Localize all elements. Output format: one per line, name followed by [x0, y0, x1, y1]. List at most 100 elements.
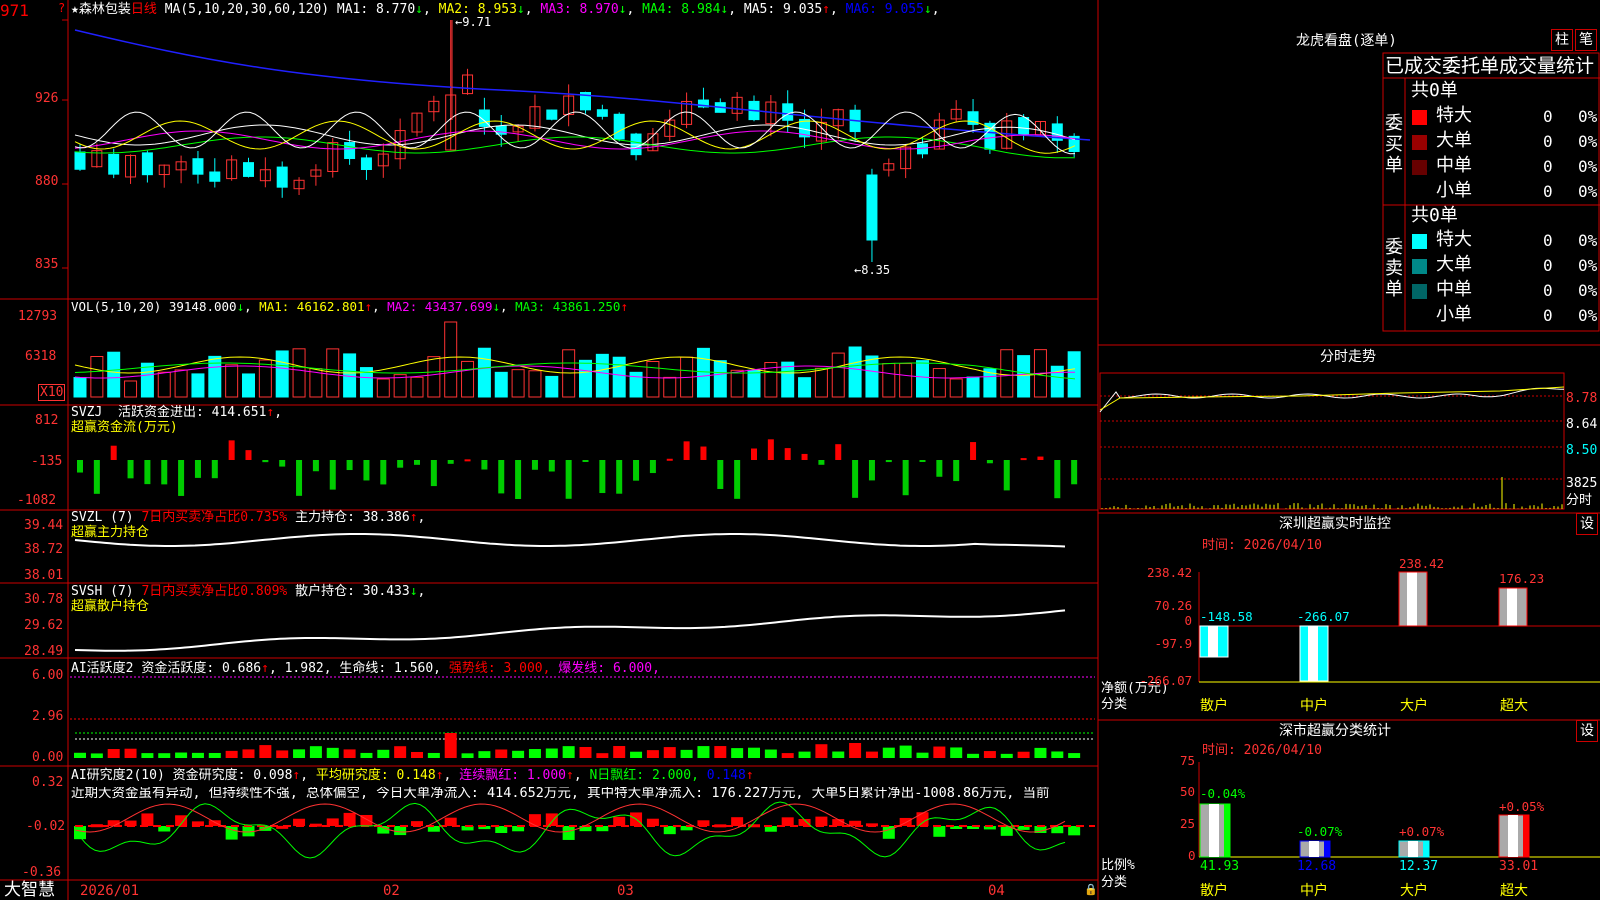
buy-side-label: 委买单: [1385, 113, 1403, 176]
buy-row-label: 小单: [1436, 180, 1472, 201]
classify-x-label: 分类: [1101, 875, 1128, 890]
air-y-tick: -0.36: [22, 865, 62, 880]
buy-row-swatch: [1412, 110, 1427, 125]
buy-row-pct: 0%: [1578, 132, 1598, 151]
buy-row-count: 0: [1543, 157, 1553, 176]
air-consec: 连续飘红: 1.000: [459, 768, 566, 783]
sell-row-label: 小单: [1436, 304, 1472, 325]
x-tick: 03: [617, 883, 634, 899]
ai2-label: 资金活跃度: 0.686: [141, 661, 262, 676]
monitor-value-label: 238.42: [1399, 556, 1445, 571]
svzj-label: 活跃资金进出: 414.651: [117, 405, 267, 420]
sell-side-label: 委卖单: [1385, 237, 1403, 300]
buy-row-pct: 0%: [1578, 157, 1598, 176]
classify-y-tick: 75: [1180, 753, 1196, 768]
monitor-time: 时间: 2026/04/10: [1202, 538, 1322, 553]
svsh-y-tick: 28.49: [24, 644, 64, 659]
question-icon[interactable]: ?: [58, 2, 65, 14]
svzl-y-tick: 38.72: [24, 542, 64, 557]
air-header: AI研究度2(10) 资金研究度: 0.098↑, 平均研究度: 0.148↑,…: [71, 768, 754, 783]
sell-row-label: 特大: [1436, 229, 1472, 250]
ma-6-value: MA6: 9.055: [837, 2, 924, 17]
monitor-y-tick: 70.26: [1154, 598, 1193, 613]
classify-y-tick: 0: [1188, 848, 1196, 863]
monitor-y-tick: 238.42: [1147, 565, 1193, 580]
classify-value-label: 12.68: [1297, 859, 1337, 874]
sell-row-label: 大单: [1436, 254, 1472, 275]
air-comment: 近期大资金虽有异动, 但持续性不强, 总体偏空, 今日大单净流入: 414.65…: [71, 787, 1050, 801]
longhu-title: 龙虎看盘(逐单): [1296, 33, 1397, 49]
svsh-header: SVSH (7) 7日内买卖净占比0.809% 散户持仓: 30.433↓,: [71, 584, 426, 599]
intraday-y-tick: 8.50: [1566, 443, 1598, 458]
classify-pct-change: -0.04%: [1200, 786, 1246, 801]
main-y-tick-top: 971: [0, 1, 29, 20]
vol-arrow: ↓: [236, 299, 245, 314]
sell-total: 共0单: [1411, 205, 1458, 226]
ai2-y-tick: 6.00: [32, 668, 64, 683]
x-tick: 02: [383, 883, 400, 899]
classify-bar-highlight: [1309, 841, 1319, 857]
ai2-burst: 爆发线: 6.000,: [558, 661, 660, 676]
classify-pct-change: +0.05%: [1499, 799, 1545, 814]
buy-row-pct: 0%: [1578, 182, 1598, 201]
tick-mode-button[interactable]: 笔: [1575, 29, 1597, 51]
vol-multiplier[interactable]: X10: [38, 384, 66, 401]
main-header: ★森林包装日线 MA(5,10,20,30,60,120) MA1: 8.770…: [71, 2, 940, 17]
stock-name: 森林包装: [78, 2, 131, 17]
air-label: 资金研究度: 0.098: [172, 768, 293, 783]
monitor-category-label: 中户: [1300, 698, 1328, 714]
monitor-y-tick: 0: [1184, 613, 1193, 628]
buy-row-count: 0: [1543, 182, 1553, 201]
vol-y-tick: 6318: [25, 349, 57, 364]
monitor-y-tick: -266.07: [1139, 673, 1193, 688]
monitor-bar-highlight: [1208, 626, 1218, 657]
air-avg: 平均研究度: 0.148: [315, 768, 436, 783]
lock-icon[interactable]: 🔒: [1084, 884, 1098, 895]
period-label[interactable]: 日线: [131, 2, 157, 17]
buy-row-swatch: [1412, 160, 1427, 175]
ma-2-arrow: ↓: [516, 2, 525, 17]
right-panels-frame: [1098, 52, 1600, 858]
vol-ma2: MA2: 43437.699: [387, 299, 493, 314]
sell-row-swatch: [1412, 259, 1427, 274]
svsh-y-tick: 30.78: [24, 592, 64, 607]
x-tick: 04: [988, 883, 1005, 899]
sell-row-count: 0: [1543, 281, 1553, 300]
air-nday: N日飘红: 2.000,: [589, 768, 699, 783]
brand-label: 大智慧: [4, 880, 55, 900]
sell-row-count: 0: [1543, 306, 1553, 325]
classify-settings-button[interactable]: 设: [1576, 720, 1598, 742]
svzj-subtitle: 超赢资金流(万元): [71, 420, 178, 435]
classify-bar-edge: [1324, 841, 1330, 857]
classify-time: 时间: 2026/04/10: [1202, 743, 1322, 758]
longhu-subtitle: 已成交委托单成交量统计: [1385, 55, 1595, 77]
monitor-x-label: 分类: [1101, 697, 1128, 712]
ai2-y-tick: 0.00: [32, 750, 64, 765]
vol-value: 39148.000: [168, 299, 237, 314]
monitor-settings-button[interactable]: 设: [1576, 513, 1598, 535]
monitor-value-label: -148.58: [1200, 609, 1253, 624]
ma-3-value: MA3: 8.970: [532, 2, 619, 17]
monitor-y-tick: -97.9: [1154, 636, 1193, 651]
intraday-vol-unit: 分时: [1566, 493, 1593, 508]
svsh-arrow: ↓: [409, 584, 418, 599]
svzj-y-tick: 812: [35, 413, 59, 428]
classify-category-label: 大户: [1400, 883, 1428, 899]
bar-mode-button[interactable]: 柱: [1551, 29, 1573, 51]
monitor-category-label: 超大: [1500, 698, 1528, 714]
buy-row-count: 0: [1543, 107, 1553, 126]
svsh-ratio: 7日内买卖净占比0.809%: [141, 584, 288, 599]
svzl-y-tick: 39.44: [24, 518, 64, 533]
classify-category-label: 超大: [1500, 883, 1528, 899]
buy-row-count: 0: [1543, 132, 1553, 151]
svzl-name: SVZL (7): [71, 510, 134, 525]
star-icon[interactable]: ★: [71, 2, 79, 17]
buy-row-label: 特大: [1436, 105, 1472, 126]
vol-header: VOL(5,10,20) 39148.000↓, MA1: 46162.801↑…: [71, 299, 628, 314]
ma-1-arrow: ↓: [415, 2, 423, 17]
svsh-y-tick: 29.62: [24, 618, 64, 633]
classify-category-label: 散户: [1200, 883, 1228, 899]
ma-1-value: MA1: 8.770: [336, 2, 416, 17]
intraday-frame: [1099, 372, 1565, 510]
sell-row-count: 0: [1543, 231, 1553, 250]
